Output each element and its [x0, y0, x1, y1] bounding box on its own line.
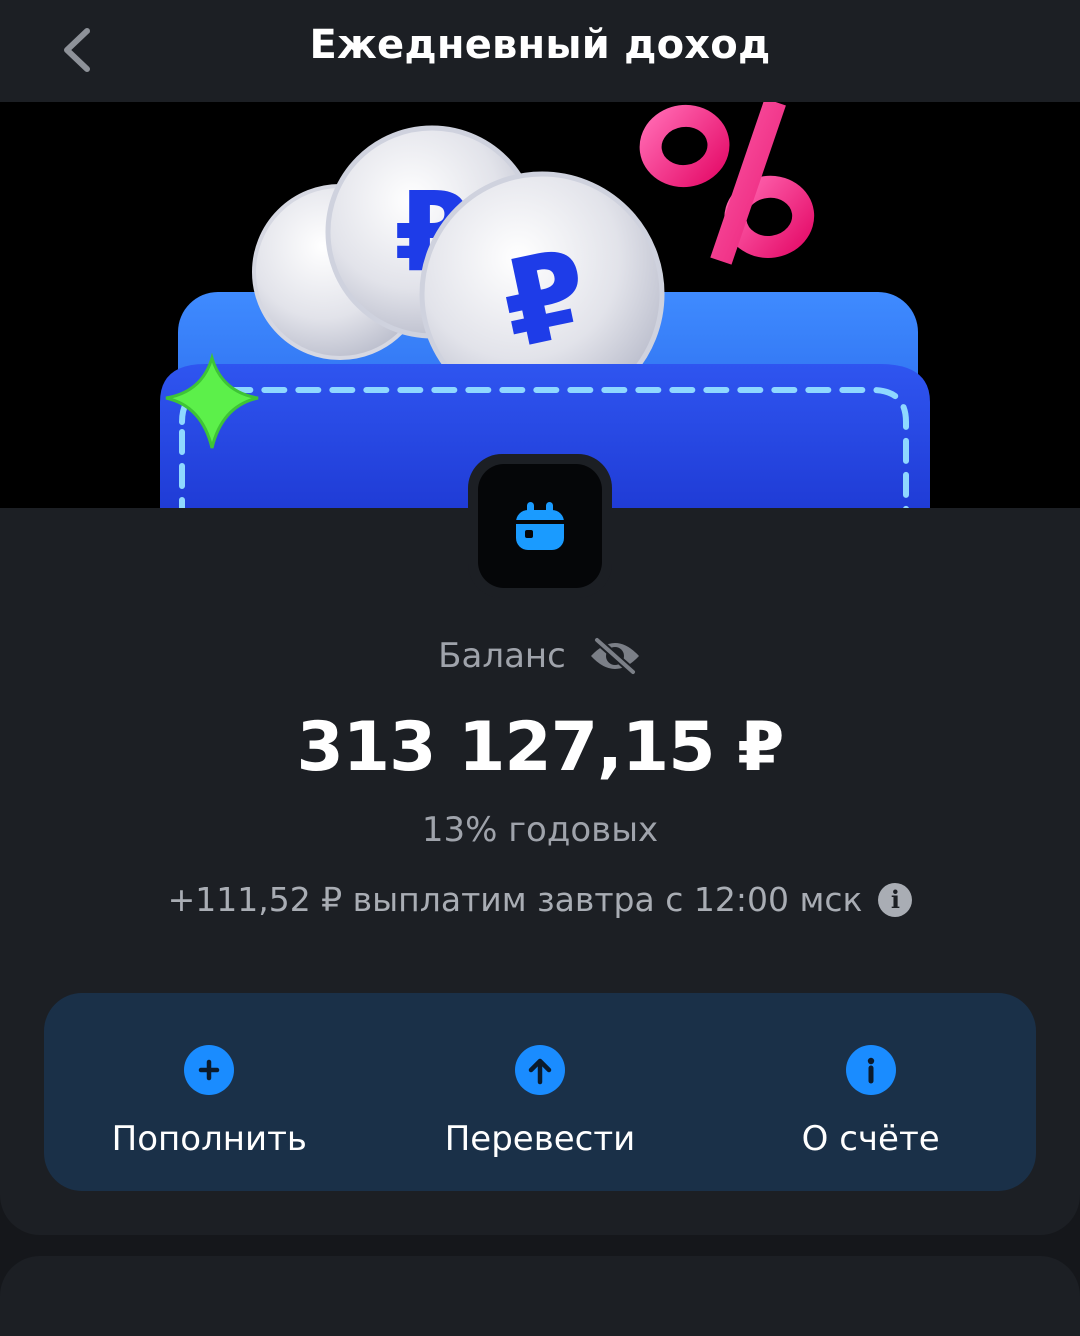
balance-header: Баланс	[0, 634, 1080, 678]
next-section-card	[0, 1256, 1080, 1336]
toggle-balance-visibility[interactable]	[588, 634, 642, 678]
actions-panel: Пополнить Перевести О счёте	[44, 993, 1036, 1191]
top-bar: Ежедневный доход	[0, 0, 1080, 102]
arrow-up-circle-icon	[515, 1045, 565, 1095]
page-title: Ежедневный доход	[309, 22, 771, 68]
plus-circle-icon	[184, 1045, 235, 1095]
account-info-label: О счёте	[801, 1119, 940, 1159]
percent-icon	[639, 102, 815, 265]
interest-rate: 13% годовых	[421, 810, 659, 850]
info-circle-icon	[845, 1045, 896, 1095]
payout-info: +111,52 ₽ выплатим завтра с 12:00 мск i	[0, 880, 1080, 919]
top-up-label: Пополнить	[111, 1119, 307, 1159]
top-up-button[interactable]: Пополнить	[44, 993, 375, 1191]
info-icon[interactable]: i	[878, 882, 913, 917]
account-info-button[interactable]: О счёте	[705, 993, 1036, 1191]
transfer-label: Перевести	[444, 1119, 636, 1159]
calendar-icon	[516, 502, 564, 550]
payout-text: +111,52 ₽ выплатим завтра с 12:00 мск	[167, 880, 863, 919]
eye-off-icon	[590, 637, 639, 675]
balance-amount: 313 127,15 ₽	[296, 708, 784, 787]
transfer-button[interactable]: Перевести	[375, 993, 706, 1191]
account-icon-tile	[468, 454, 612, 598]
balance-label: Баланс	[438, 636, 566, 676]
